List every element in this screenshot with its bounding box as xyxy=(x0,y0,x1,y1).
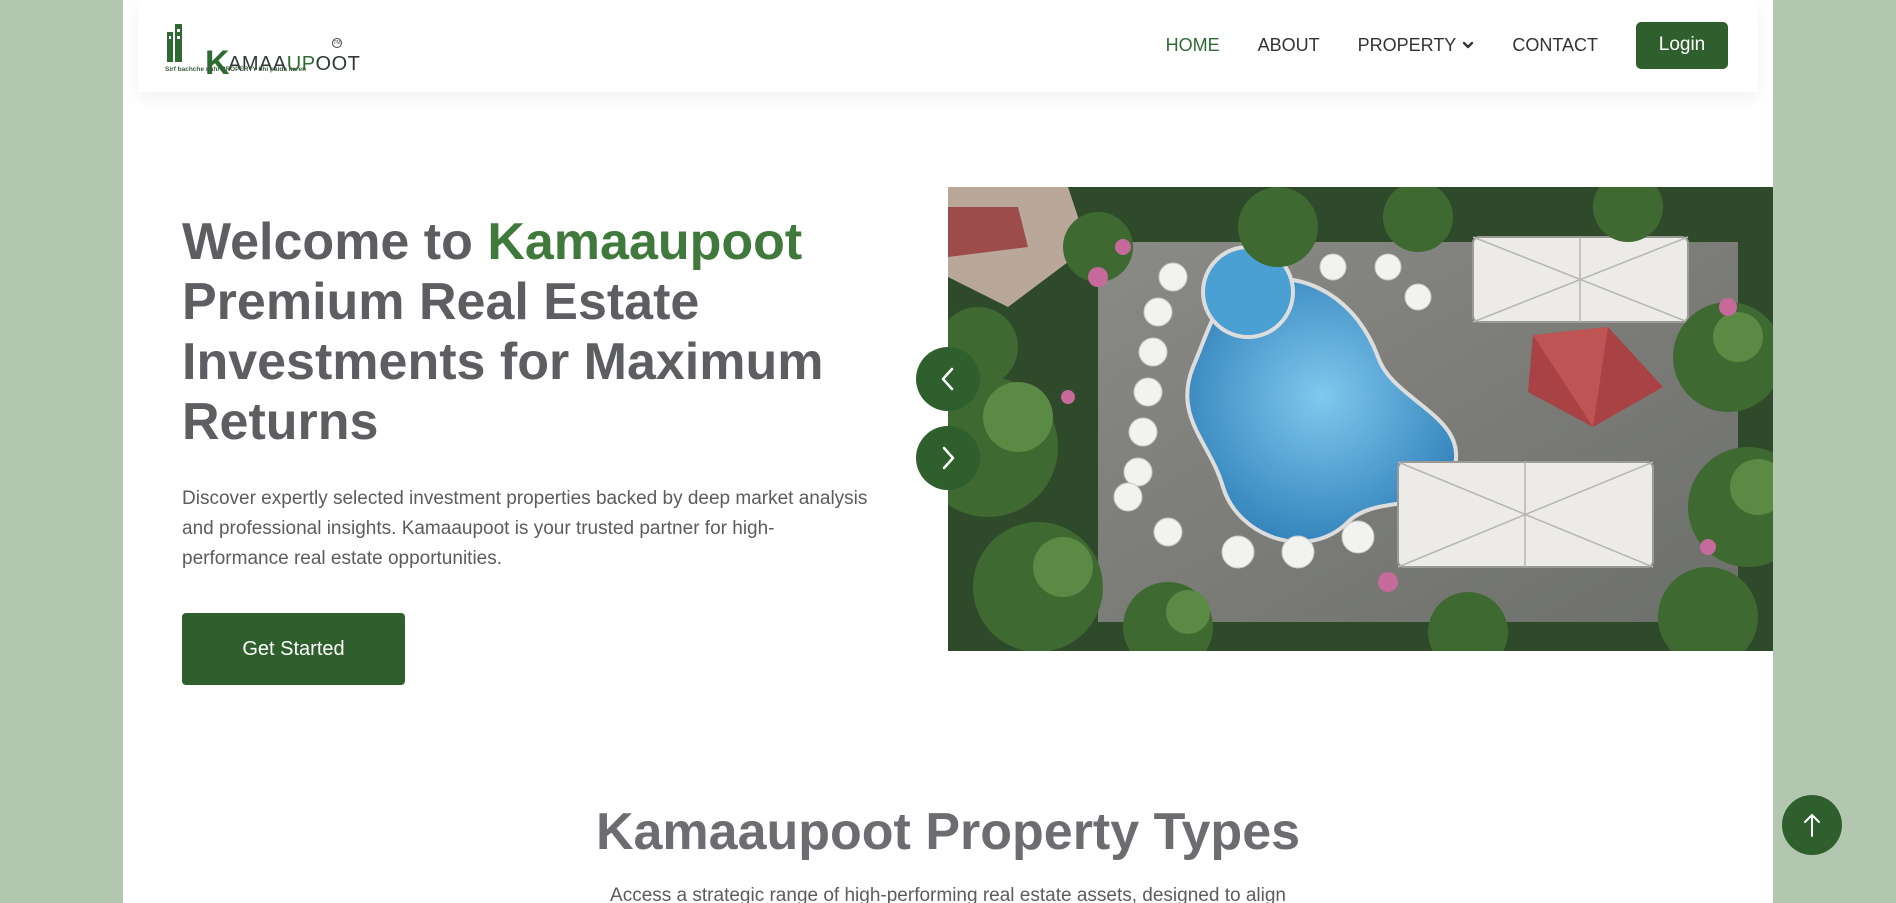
nav-property[interactable]: PROPERTY xyxy=(1358,35,1475,56)
page: KAMAAUPOOT TM Sirf bachche nahi PROPERTY… xyxy=(123,0,1773,903)
nav-contact[interactable]: CONTACT xyxy=(1512,35,1598,56)
nav-property-label: PROPERTY xyxy=(1357,34,1457,55)
scroll-to-top-button[interactable] xyxy=(1782,795,1842,855)
logo-tagline: Sirf bachche nahi PROPERTY bhi paida kar… xyxy=(165,66,307,73)
carousel-prev-button[interactable] xyxy=(916,347,980,411)
hero-title: Welcome to Kamaaupoot Premium Real Estate… xyxy=(182,212,902,452)
logo[interactable]: KAMAAUPOOT TM Sirf bachche nahi PROPERTY… xyxy=(165,20,360,82)
carousel-next-button[interactable] xyxy=(916,426,980,490)
chevron-left-icon xyxy=(941,367,954,391)
site-header: KAMAAUPOOT TM Sirf bachche nahi PROPERTY… xyxy=(138,0,1758,92)
hero-title-rest: Premium Real Estate Investments for Maxi… xyxy=(182,273,824,451)
hero-title-brand: Kamaaupoot xyxy=(487,213,803,271)
nav-about[interactable]: ABOUT xyxy=(1258,35,1320,56)
main-nav: HOME ABOUT PROPERTY CONTACT Login xyxy=(1128,21,1728,69)
arrow-up-icon xyxy=(1804,814,1820,837)
section-title: Kamaaupoot Property Types xyxy=(595,803,1301,861)
section-subtitle: Access a strategic range of high-perform… xyxy=(610,885,1286,903)
resort-pool-aerial-image xyxy=(948,187,1773,651)
chevron-down-icon xyxy=(1463,41,1474,49)
trademark-mark: TM xyxy=(332,38,342,48)
login-button[interactable]: Login xyxy=(1636,21,1728,69)
hero-title-prefix: Welcome to xyxy=(182,213,488,271)
nav-home[interactable]: HOME xyxy=(1166,35,1220,56)
hero-description: Discover expertly selected investment pr… xyxy=(182,488,868,569)
chevron-right-icon xyxy=(942,446,955,470)
get-started-button[interactable]: Get Started xyxy=(182,613,405,685)
